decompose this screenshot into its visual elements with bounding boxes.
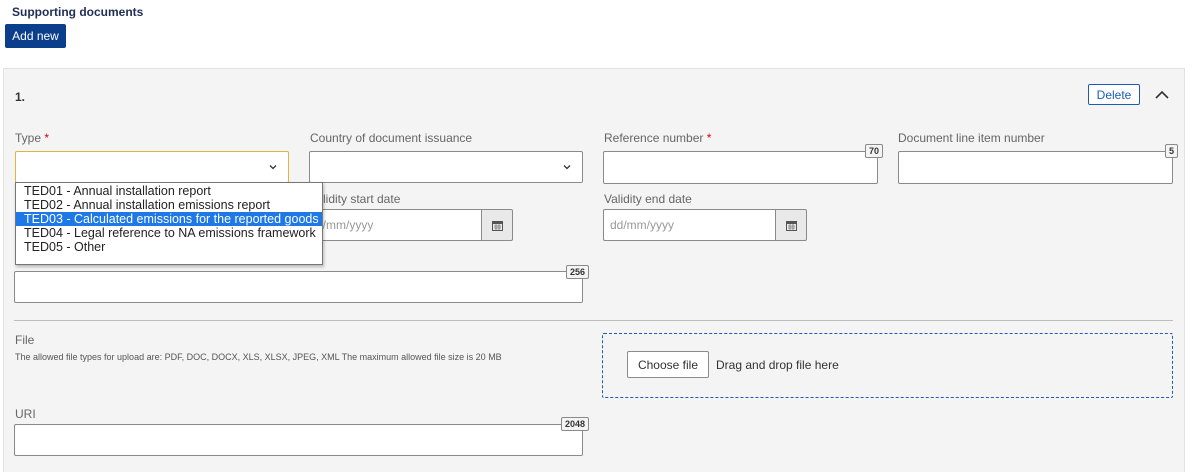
type-option-highlighted[interactable]: TED03 - Calculated emissions for the rep… — [16, 212, 322, 226]
validity-start-label: lidity start date — [323, 192, 401, 206]
description-char-counter: 256 — [566, 265, 590, 279]
type-select[interactable] — [15, 151, 289, 183]
reference-label: Reference number * — [604, 131, 712, 145]
calendar-icon — [785, 220, 797, 231]
section-title: Supporting documents — [12, 5, 144, 19]
uri-char-counter: 2048 — [561, 417, 590, 431]
chevron-down-icon — [563, 165, 571, 170]
country-select[interactable] — [309, 151, 583, 183]
validity-end-placeholder: dd/mm/yyyy — [610, 218, 675, 232]
type-option[interactable]: TED01 - Annual installation report — [16, 184, 322, 198]
chevron-down-icon — [269, 165, 277, 170]
required-mark: * — [706, 131, 712, 145]
file-hint: The allowed file types for upload are: P… — [15, 352, 502, 362]
type-option[interactable]: TED02 - Annual installation emissions re… — [16, 198, 322, 212]
delete-button[interactable]: Delete — [1088, 84, 1140, 105]
drop-zone-text: Drag and drop file here — [716, 358, 839, 372]
chevron-up-icon — [1155, 90, 1169, 99]
reference-char-counter: 70 — [865, 144, 884, 158]
validity-end-input[interactable]: dd/mm/yyyy — [603, 209, 775, 241]
item-number: 1. — [15, 90, 26, 104]
validity-end-calendar-button[interactable] — [775, 209, 807, 241]
choose-file-button[interactable]: Choose file — [627, 351, 709, 378]
uri-input[interactable] — [14, 424, 583, 456]
divider — [14, 320, 1173, 321]
document-card — [3, 68, 1185, 472]
line-item-char-counter: 5 — [1165, 144, 1179, 158]
country-label: Country of document issuance — [310, 131, 473, 145]
add-new-button[interactable]: Add new — [5, 24, 66, 48]
type-option[interactable]: TED04 - Legal reference to NA emissions … — [16, 226, 322, 240]
type-dropdown-list: TED01 - Annual installation report TED02… — [15, 182, 323, 265]
validity-start-placeholder: d/mm/yyyy — [316, 218, 374, 232]
line-item-input[interactable] — [898, 151, 1173, 184]
calendar-icon — [491, 220, 503, 231]
line-item-label: Document line item number — [898, 131, 1045, 145]
collapse-toggle[interactable] — [1150, 84, 1174, 106]
type-option[interactable]: TED05 - Other — [16, 240, 322, 254]
description-input[interactable] — [14, 271, 583, 303]
validity-start-calendar-button[interactable] — [481, 209, 513, 241]
validity-start-input[interactable]: d/mm/yyyy — [309, 209, 481, 241]
required-mark: * — [44, 131, 50, 145]
reference-number-input[interactable] — [603, 151, 878, 184]
file-label: File — [15, 333, 35, 347]
validity-end-label: Validity end date — [604, 192, 692, 206]
validity-start-date-field: d/mm/yyyy — [309, 209, 513, 241]
type-label: Type * — [15, 131, 50, 145]
uri-label: URI — [15, 407, 36, 421]
validity-end-date-field: dd/mm/yyyy — [603, 209, 807, 241]
